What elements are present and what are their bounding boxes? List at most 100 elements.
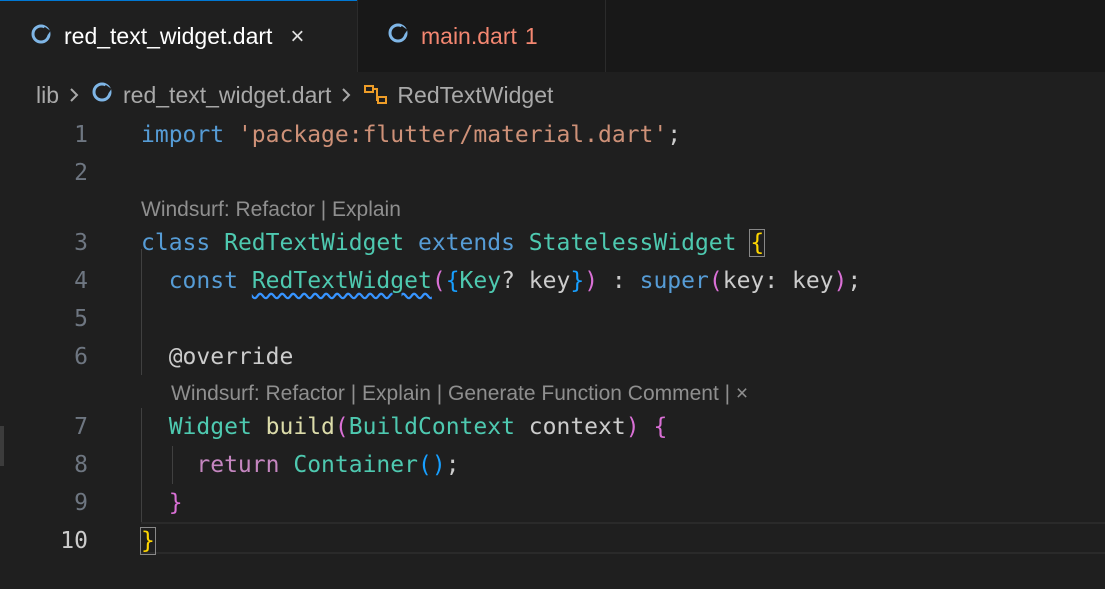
breadcrumb-file[interactable]: red_text_widget.dart <box>123 82 331 109</box>
line-number: 3 <box>74 230 88 256</box>
tab-label: red_text_widget.dart <box>64 23 273 49</box>
breadcrumb-folder[interactable]: lib <box>36 82 59 109</box>
code-token: context <box>528 414 626 440</box>
code-line[interactable]: 9 } <box>0 484 1105 522</box>
code-text: return Container(); <box>141 446 460 484</box>
codelens-method[interactable]: Windsurf: Refactor | Explain | Generate … <box>171 378 748 410</box>
line-number: 10 <box>60 528 88 554</box>
code-text: @override <box>141 338 294 376</box>
breadcrumb-symbol[interactable]: RedTextWidget <box>397 82 553 109</box>
code-token: ) <box>625 414 640 440</box>
tab-bar: red_text_widget.dart × main.dart 1 <box>0 0 1105 72</box>
tab-red-text-widget[interactable]: red_text_widget.dart × <box>0 0 357 72</box>
line-number: 5 <box>74 306 88 332</box>
code-token: ( <box>708 268 723 294</box>
code-token: 'package:flutter/material.dart' <box>237 122 668 148</box>
line-number: 7 <box>74 414 88 440</box>
chevron-right-icon <box>67 86 81 104</box>
line-number: 4 <box>74 268 88 294</box>
code-token: ; <box>847 268 862 294</box>
code-token: } <box>140 527 156 555</box>
code-line[interactable]: 7 Widget build(BuildContext context) { <box>0 408 1105 446</box>
line-number: 2 <box>74 160 88 186</box>
code-token: super <box>639 268 709 294</box>
code-token: ) <box>431 452 446 478</box>
code-text: class RedTextWidget extends StatelessWid… <box>141 224 766 262</box>
code-token: Container <box>293 452 418 478</box>
code-token: Key <box>459 268 502 294</box>
codelens-class[interactable]: Windsurf: Refactor | Explain <box>141 194 401 226</box>
close-icon[interactable]: × <box>290 23 304 51</box>
code-token: build <box>265 414 335 440</box>
code-token: : <box>764 268 792 294</box>
code-text: } <box>140 522 156 560</box>
line-number: 6 <box>74 344 88 370</box>
code-token: import <box>141 122 225 148</box>
code-text: Widget build(BuildContext context) { <box>141 408 668 446</box>
code-token: Widget <box>168 414 252 440</box>
code-token: } <box>570 268 585 294</box>
code-token: key <box>791 268 834 294</box>
line-number: 9 <box>74 490 88 516</box>
code-token: ? <box>501 268 529 294</box>
code-token: ; <box>445 452 460 478</box>
code-token: key <box>722 268 765 294</box>
tab-main[interactable]: main.dart 1 <box>357 0 606 72</box>
code-token: BuildContext <box>348 414 515 440</box>
code-token: StatelessWidget <box>528 230 737 256</box>
code-token: ( <box>417 452 432 478</box>
code-line[interactable]: 5 <box>0 300 1105 338</box>
chevron-right-icon <box>339 86 353 104</box>
code-line[interactable]: 2 <box>0 154 1105 192</box>
code-editor[interactable]: Windsurf: Refactor | Explain Windsurf: R… <box>0 116 1105 589</box>
class-symbol-icon <box>363 83 389 107</box>
code-token: } <box>168 490 183 516</box>
code-token: class <box>141 230 211 256</box>
code-token: RedTextWidget <box>224 230 405 256</box>
line-number: 1 <box>74 122 88 148</box>
dart-file-icon <box>387 22 409 50</box>
code-token: { <box>445 268 460 294</box>
code-token: @override <box>168 344 294 370</box>
code-line[interactable]: 6 @override <box>0 338 1105 376</box>
code-token: : <box>598 268 640 294</box>
code-token: ( <box>431 268 446 294</box>
code-line[interactable]: 3 class RedTextWidget extends StatelessWi… <box>0 224 1105 262</box>
code-token: return <box>196 452 280 478</box>
tab-label: main.dart <box>421 22 517 49</box>
code-text: } <box>141 484 183 522</box>
code-text: import 'package:flutter/material.dart'; <box>141 116 681 154</box>
code-line[interactable]: 10} <box>0 522 1105 560</box>
dart-file-icon <box>30 23 52 51</box>
code-line[interactable]: 8 return Container(); <box>0 446 1105 484</box>
code-token: ( <box>334 414 349 440</box>
code-token: ; <box>667 122 682 148</box>
code-line[interactable]: 1 import 'package:flutter/material.dart'; <box>0 116 1105 154</box>
code-token: RedTextWidget <box>251 268 432 294</box>
code-token: ) <box>833 268 848 294</box>
code-token: { <box>653 414 668 440</box>
code-token: const <box>168 268 238 294</box>
line-number: 8 <box>74 452 88 478</box>
code-line[interactable]: 4 const RedTextWidget({Key? key}) : supe… <box>0 262 1105 300</box>
code-token: { <box>749 229 766 257</box>
code-token: ) <box>584 268 599 294</box>
code-token: extends <box>417 230 515 256</box>
code-token: key <box>528 268 571 294</box>
code-text: const RedTextWidget({Key? key}) : super(… <box>141 262 862 300</box>
dart-file-icon <box>91 81 113 109</box>
